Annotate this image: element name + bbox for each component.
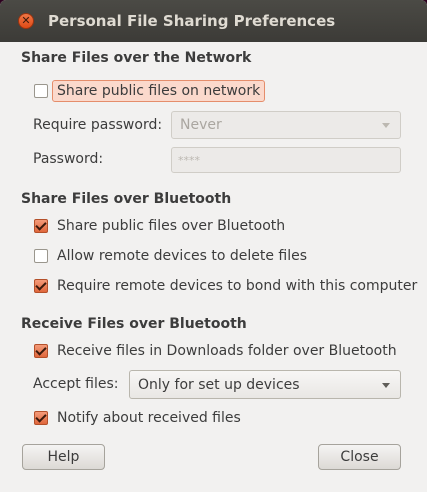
password-label: Password: xyxy=(33,151,104,167)
allow-delete-checkbox[interactable] xyxy=(34,249,48,263)
notify-checkbox[interactable] xyxy=(34,411,48,425)
allow-delete-label[interactable]: Allow remote devices to delete files xyxy=(57,248,307,264)
bluetooth-receive-heading: Receive Files over Bluetooth xyxy=(21,316,247,332)
receive-downloads-label[interactable]: Receive files in Downloads folder over B… xyxy=(57,343,397,359)
help-button[interactable]: Help xyxy=(22,444,105,470)
accept-files-combo[interactable]: Only for set up devices xyxy=(129,370,401,399)
allow-delete-option[interactable]: Allow remote devices to delete files xyxy=(34,245,307,267)
notify-label[interactable]: Notify about received files xyxy=(57,410,241,426)
require-password-value: Never xyxy=(180,117,222,133)
share-network-checkbox[interactable] xyxy=(34,84,48,98)
close-button[interactable]: Close xyxy=(318,444,401,470)
accept-files-value: Only for set up devices xyxy=(138,376,300,393)
share-bluetooth-checkbox[interactable] xyxy=(34,219,48,233)
title-bar: ✕ Personal File Sharing Preferences xyxy=(0,0,427,42)
window-close-button[interactable]: ✕ xyxy=(18,13,34,29)
preferences-window: ✕ Personal File Sharing Preferences Shar… xyxy=(0,0,427,492)
close-icon: ✕ xyxy=(21,14,31,27)
chevron-down-icon xyxy=(382,123,390,128)
receive-downloads-checkbox[interactable] xyxy=(34,344,48,358)
share-bluetooth-option[interactable]: Share public files over Bluetooth xyxy=(34,215,285,237)
accept-files-label: Accept files: xyxy=(33,376,119,392)
require-password-label: Require password: xyxy=(33,117,163,133)
require-bond-checkbox[interactable] xyxy=(34,279,48,293)
receive-downloads-option[interactable]: Receive files in Downloads folder over B… xyxy=(34,340,397,362)
share-network-label[interactable]: Share public files on network xyxy=(52,80,266,102)
password-value: **** xyxy=(178,153,200,167)
bluetooth-share-heading: Share Files over Bluetooth xyxy=(21,191,232,207)
require-bond-option[interactable]: Require remote devices to bond with this… xyxy=(34,275,417,297)
require-bond-label[interactable]: Require remote devices to bond with this… xyxy=(57,278,417,294)
network-section-heading: Share Files over the Network xyxy=(21,50,252,66)
share-network-option[interactable]: Share public files on network xyxy=(34,80,266,102)
chevron-down-icon xyxy=(382,382,390,388)
notify-option[interactable]: Notify about received files xyxy=(34,407,241,429)
window-title: Personal File Sharing Preferences xyxy=(48,12,336,30)
require-password-combo[interactable]: Never xyxy=(171,111,401,139)
share-bluetooth-label[interactable]: Share public files over Bluetooth xyxy=(57,218,285,234)
password-field[interactable]: **** xyxy=(171,147,401,173)
